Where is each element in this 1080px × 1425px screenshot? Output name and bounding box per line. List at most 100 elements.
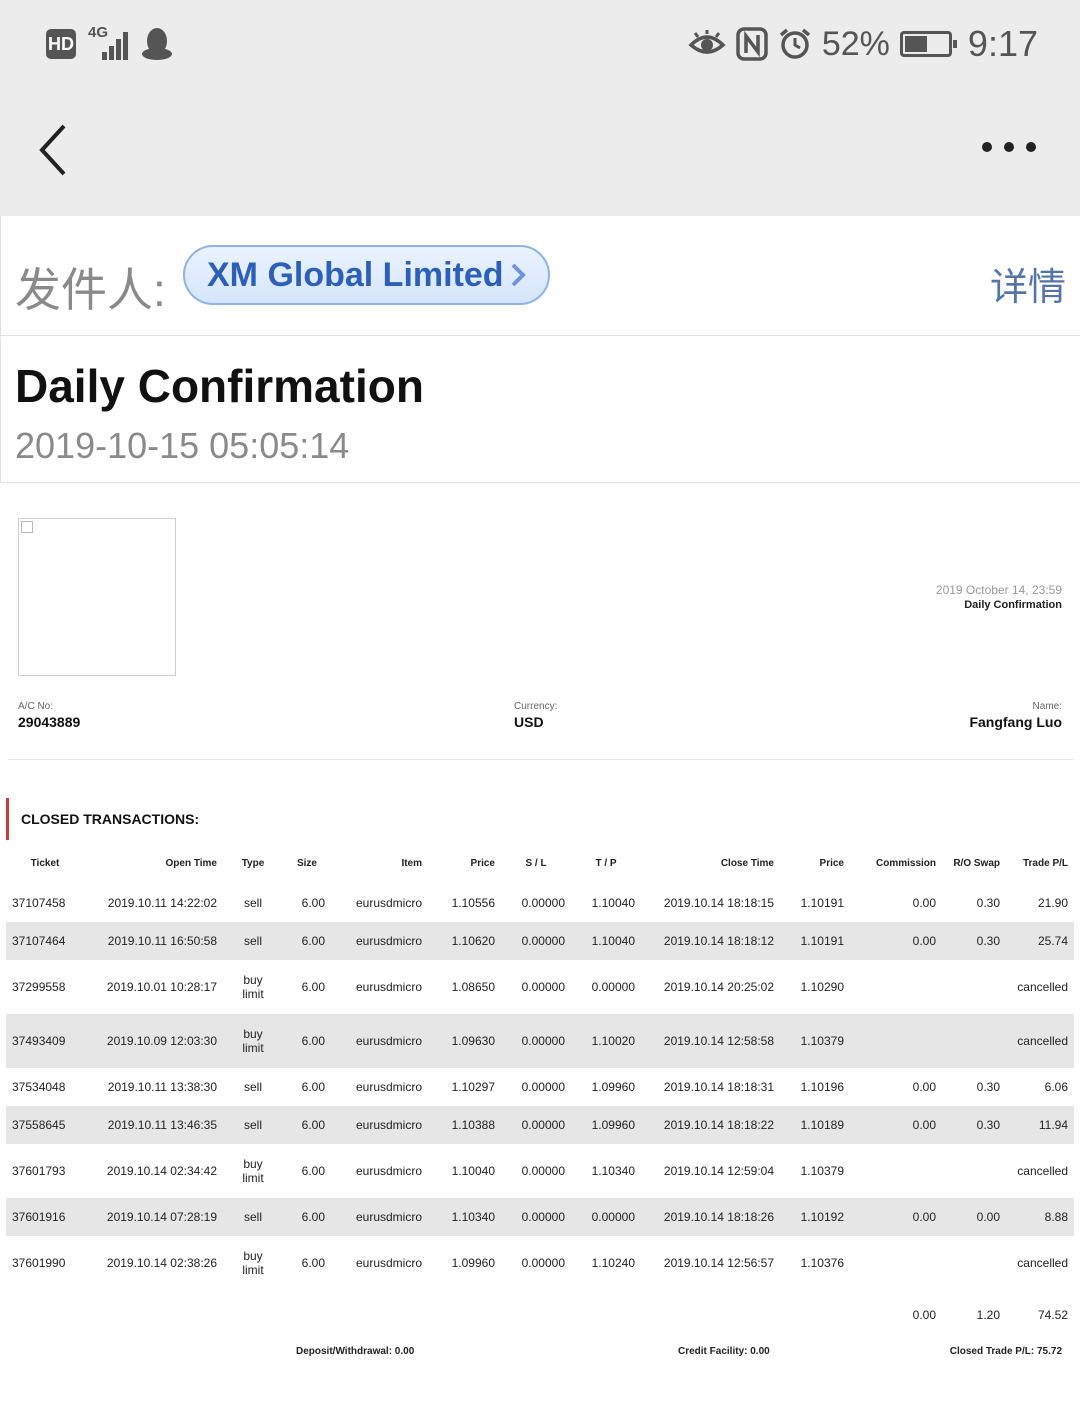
cell-open-time: 2019.10.14 02:34:42: [106, 1164, 217, 1178]
signal-icon: 4G: [88, 24, 128, 60]
cell-close-time: 2019.10.14 18:18:15: [663, 896, 774, 910]
cell-swap: 0.30: [942, 1106, 1006, 1144]
cell-pl: cancelled: [1017, 1256, 1068, 1270]
cell-sl: 0.00000: [501, 922, 571, 960]
cell-swap: 0.30: [942, 922, 1006, 960]
qq-penguin-icon: [142, 28, 172, 60]
cell-pl: cancelled: [1017, 1164, 1068, 1178]
empty-cell: [428, 1290, 501, 1340]
total-commission: 0.00: [912, 1308, 936, 1322]
cell-close-time: 2019.10.14 18:18:12: [641, 922, 780, 960]
column-header: Size: [296, 858, 317, 869]
column-header: Price: [470, 858, 495, 869]
name-label: Name:: [1032, 701, 1062, 712]
currency-value: USD: [514, 714, 544, 730]
cell-commission: 0.00: [912, 1080, 936, 1094]
cell-item: eurusdmicro: [331, 922, 428, 960]
table-row: 37558645 2019.10.11 13:46:35 sell 6.00 eurus…: [6, 1106, 1074, 1144]
cell-pl: 25.74: [1006, 922, 1074, 960]
cell-swap: 0.00: [942, 1198, 1006, 1236]
nfc-icon: [736, 27, 768, 61]
cell-type: buy limit: [223, 960, 283, 1014]
section-title: CLOSED TRANSACTIONS:: [21, 811, 200, 827]
column-header: Open Time: [165, 858, 218, 869]
empty-cell: [331, 1290, 428, 1340]
cell-item: eurusdmicro: [355, 1164, 422, 1178]
empty-cell: [84, 1290, 223, 1340]
cell-commission: 0.00: [850, 1106, 942, 1144]
order-type-qualifier: limit: [242, 987, 264, 1001]
cell-size: 6.00: [301, 1256, 325, 1270]
table-row: 37601916 2019.10.14 07:28:19 sell 6.00 eurus…: [6, 1198, 1074, 1236]
chevron-left-icon[interactable]: [30, 122, 80, 178]
name-value: Fangfang Luo: [969, 714, 1062, 730]
cell-tp: 1.10340: [591, 1164, 635, 1178]
cell-price: 1.10620: [428, 922, 501, 960]
column-header: Price: [819, 858, 844, 869]
cell-tp: 1.10240: [591, 1256, 635, 1270]
cell-type: sell: [223, 922, 283, 960]
cell-ticket: 37601990: [12, 1256, 66, 1270]
cell-price: 1.10340: [428, 1198, 501, 1236]
email-subject: Daily Confirmation: [15, 360, 424, 412]
cell-close-price: 1.10379: [800, 1164, 844, 1178]
cell-close-time: 2019.10.14 18:18:22: [641, 1106, 780, 1144]
cell-price: 1.09630: [428, 1014, 501, 1068]
table-row: 37107464 2019.10.11 16:50:58 sell 6.00 eurus…: [6, 922, 1074, 960]
cell-price: 1.10297: [451, 1080, 495, 1094]
sender-chip[interactable]: XM Global Limited: [183, 245, 550, 305]
logo-image-placeholder: [18, 518, 176, 676]
cell-item: eurusdmicro: [331, 1106, 428, 1144]
cell-sl: 0.00000: [521, 896, 565, 910]
order-type-qualifier: limit: [242, 1263, 264, 1277]
cell-ticket: 37107464: [6, 922, 84, 960]
cell-close-time: 2019.10.14 12:58:58: [641, 1014, 780, 1068]
cell-item: eurusdmicro: [331, 1014, 428, 1068]
cell-item: eurusdmicro: [355, 1256, 422, 1270]
footer-deposit: Deposit/Withdrawal: 0.00: [296, 1346, 415, 1357]
cell-tp: 0.00000: [591, 980, 635, 994]
order-type: buy: [243, 973, 263, 987]
cell-sl: 0.00000: [501, 1198, 571, 1236]
cell-open-time: 2019.10.11 14:22:02: [107, 896, 217, 910]
cell-close-price: 1.10192: [780, 1198, 850, 1236]
table-row: 37601793 2019.10.14 02:34:42 buy limit 6.00 e…: [6, 1144, 1074, 1198]
hd-label: HD: [48, 33, 74, 54]
empty-cell: [641, 1290, 780, 1340]
cell-ticket: 37493409: [6, 1014, 84, 1068]
cell-item: eurusdmicro: [331, 1198, 428, 1236]
cell-swap: [942, 1144, 1006, 1198]
details-link[interactable]: 详情: [990, 256, 1066, 311]
cell-swap: [942, 960, 1006, 1014]
column-header: S / L: [525, 858, 547, 869]
cell-type: buy limit: [223, 1236, 283, 1290]
table-header: Ticket Open Time Type Size Item Price S / L T /…: [6, 844, 1074, 884]
cell-item: eurusdmicro: [355, 1080, 422, 1094]
cell-open-time: 2019.10.11 13:46:35: [84, 1106, 223, 1144]
cell-tp: 1.09960: [571, 1106, 641, 1144]
report-date: 2019 October 14, 23:59: [935, 583, 1062, 597]
cell-commission: [850, 1014, 942, 1068]
cell-price: 1.10388: [428, 1106, 501, 1144]
cell-commission: [850, 1236, 942, 1290]
empty-cell: [283, 1290, 331, 1340]
column-header: Type: [241, 858, 265, 869]
footer-credit: Credit Facility: 0.00: [678, 1346, 770, 1357]
hd-icon: HD: [46, 29, 76, 59]
cell-close-time: 2019.10.14 18:18:26: [641, 1198, 780, 1236]
nav-bar: [0, 86, 1080, 216]
account-number-value: 29043889: [18, 714, 81, 730]
cell-sl: 0.00000: [501, 1106, 571, 1144]
cell-pl: cancelled: [1017, 980, 1068, 994]
table-row: 37534048 2019.10.11 13:38:30 sell 6.00 eurus…: [6, 1068, 1074, 1106]
order-type-qualifier: limit: [242, 1171, 264, 1185]
column-header: Commission: [875, 858, 936, 869]
cell-commission: 0.00: [850, 922, 942, 960]
cell-close-time: 2019.10.14 12:56:57: [663, 1256, 774, 1270]
cell-price: 1.10040: [451, 1164, 495, 1178]
more-dots-icon[interactable]: [982, 142, 1036, 152]
cell-swap: [942, 1236, 1006, 1290]
order-type: buy: [243, 1249, 263, 1263]
cell-size: 6.00: [301, 1164, 325, 1178]
cell-pl: 21.90: [1037, 896, 1068, 910]
